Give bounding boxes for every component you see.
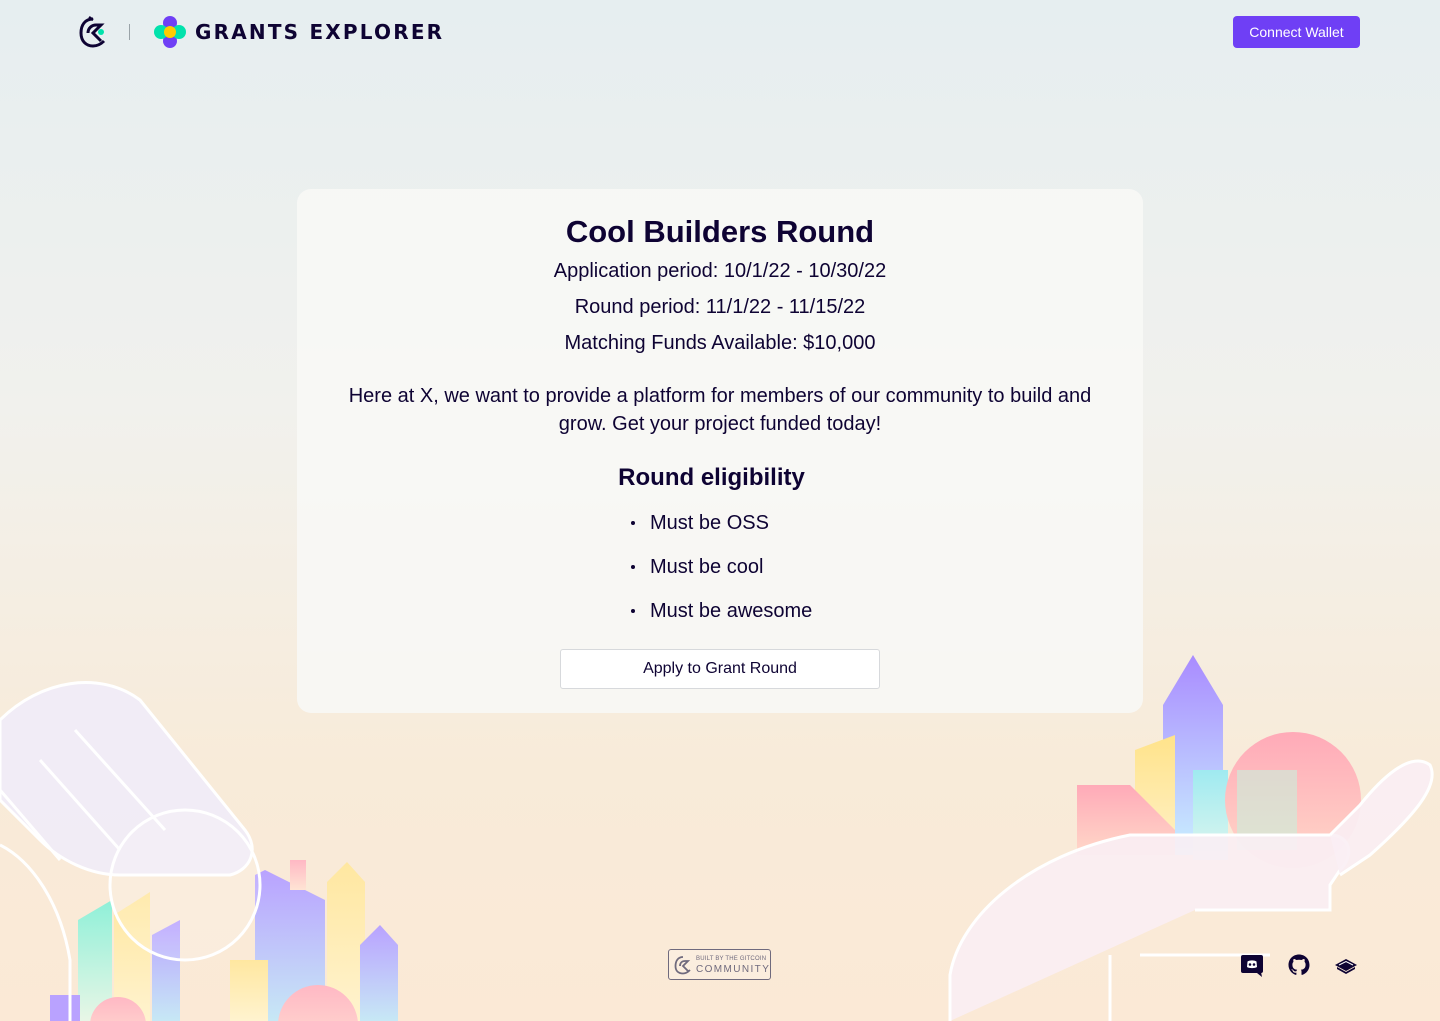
eligibility-heading: Round eligibility [618, 464, 805, 491]
brand-title: GRANTS EXPLORER [195, 20, 445, 44]
round-details-card: Cool Builders Round Application period: … [297, 189, 1143, 713]
bullet-icon [631, 609, 635, 613]
gitcoin-logo-icon[interactable] [79, 16, 107, 48]
eligibility-item-text: Must be OSS [650, 512, 769, 534]
github-icon[interactable] [1287, 953, 1311, 977]
round-title: Cool Builders Round [565, 214, 875, 249]
gitcoin-badge-icon [674, 956, 691, 975]
eligibility-item-text: Must be awesome [650, 600, 813, 622]
round-description: Here at X, we want to provide a platform… [348, 385, 1092, 435]
decorative-illustration-left [0, 681, 398, 1021]
eligibility-item: Must be OSS [631, 509, 812, 553]
header-divider [129, 24, 130, 40]
grants-flower-logo-icon[interactable] [154, 16, 186, 48]
matching-funds: Matching Funds Available: $10,000 [564, 332, 876, 354]
eligibility-item-text: Must be cool [650, 556, 764, 578]
badge-label: COMMUNITY [696, 964, 771, 975]
eligibility-list: Must be OSS Must be cool Must be awesome [631, 509, 812, 641]
built-by-community-badge[interactable]: BUILT BY THE GITCOIN COMMUNITY [668, 949, 771, 980]
discord-icon[interactable] [1240, 953, 1264, 977]
round-period: Round period: 11/1/22 - 11/15/22 [574, 296, 866, 318]
bullet-icon [631, 521, 635, 525]
eligibility-item: Must be awesome [631, 597, 812, 641]
eligibility-item: Must be cool [631, 553, 812, 597]
top-navbar: GRANTS EXPLORER Connect Wallet [0, 0, 1440, 64]
bullet-icon [631, 565, 635, 569]
docs-book-icon[interactable] [1334, 953, 1358, 977]
apply-to-grant-round-button[interactable]: Apply to Grant Round [560, 649, 880, 689]
connect-wallet-button[interactable]: Connect Wallet [1233, 16, 1360, 48]
application-period: Application period: 10/1/22 - 10/30/22 [553, 260, 887, 282]
badge-caption: BUILT BY THE GITCOIN [696, 956, 767, 962]
